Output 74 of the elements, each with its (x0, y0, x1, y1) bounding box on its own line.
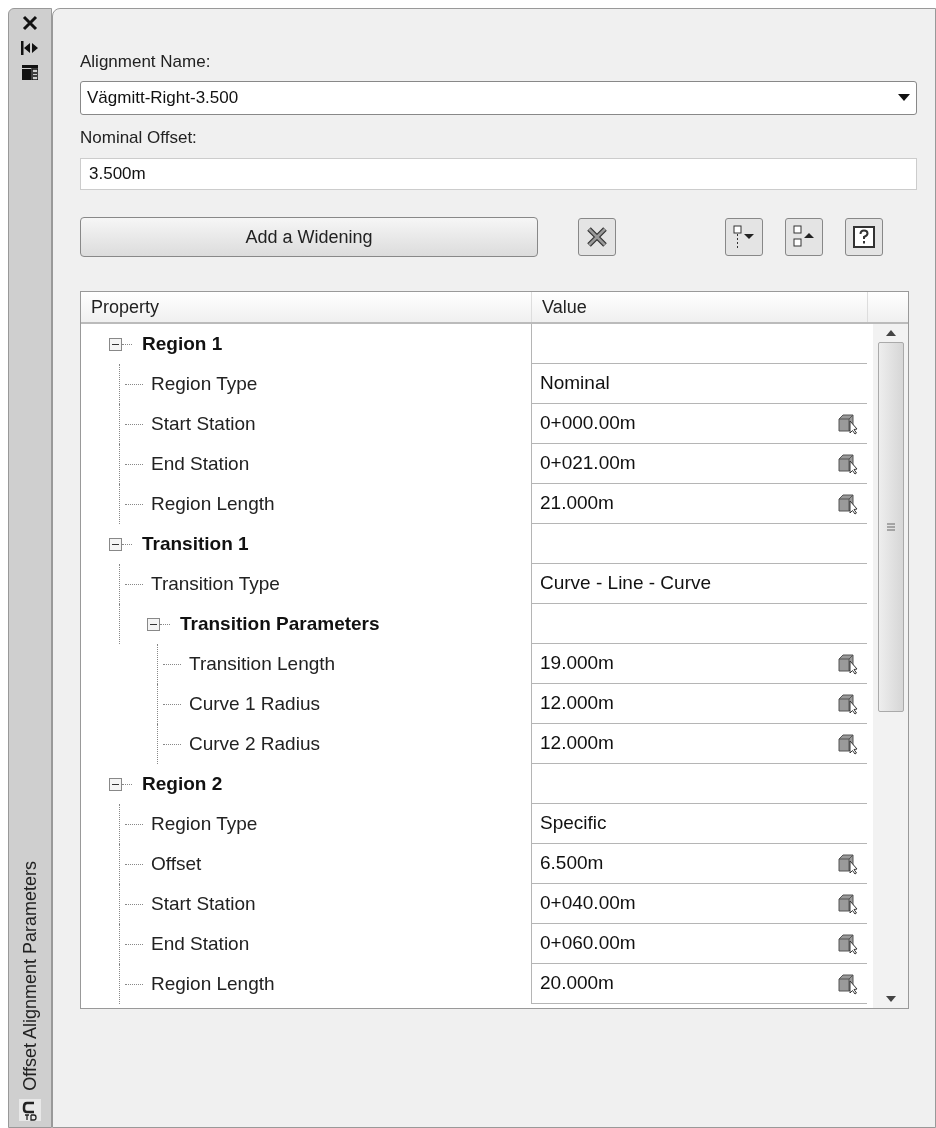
value-cell[interactable] (531, 524, 867, 564)
scroll-up-icon[interactable] (885, 330, 896, 336)
value-cell[interactable] (531, 604, 867, 644)
column-header[interactable]: Property (81, 292, 532, 322)
collapse-all-button[interactable] (785, 218, 823, 256)
property-label: Curve 2 Radius (189, 731, 320, 756)
property-label: Region Length (151, 971, 275, 996)
offset-field[interactable]: 3.500m (80, 158, 917, 190)
group-label: Region 1 (142, 331, 223, 356)
delete-button[interactable] (578, 218, 616, 256)
help-icon (852, 225, 876, 249)
value-cell[interactable] (531, 324, 867, 364)
property-label: Offset (151, 851, 202, 876)
property-label: End Station (151, 451, 250, 476)
cube-cursor-icon[interactable] (837, 412, 859, 435)
grip-icon (886, 523, 895, 531)
value-cell[interactable]: Nominal (531, 364, 867, 404)
value-cell[interactable]: Curve - Line - Curve (531, 564, 867, 604)
collapse-toggle[interactable] (109, 537, 122, 551)
field-label: Nominal Offset: (80, 126, 198, 149)
value-cell[interactable]: 0+060.00m (531, 924, 867, 964)
collapse-toggle[interactable] (147, 617, 160, 631)
group-label: Region 2 (142, 771, 223, 796)
value-cell[interactable]: 12.000m (531, 724, 867, 764)
alignment-dropdown[interactable]: Vägmitt-Right-3.500 (80, 80, 917, 115)
cube-cursor-icon[interactable] (837, 932, 859, 955)
cube-cursor-icon[interactable] (837, 692, 859, 715)
value-cell[interactable]: Specific (531, 804, 867, 844)
property-label: Curve 1 Radius (189, 691, 320, 716)
close-icon[interactable] (22, 15, 38, 31)
help-button[interactable] (845, 218, 883, 256)
property-label: Start Station (151, 891, 256, 916)
property-label: Region Type (151, 811, 258, 836)
value-cell[interactable]: 0+021.00m (531, 444, 867, 484)
cube-cursor-icon[interactable] (837, 972, 859, 995)
value-cell[interactable]: 6.500m (531, 844, 867, 884)
value-cell[interactable]: 0+040.00m (531, 884, 867, 924)
property-label: End Station (151, 931, 250, 956)
cube-cursor-icon[interactable] (837, 492, 859, 515)
properties-icon[interactable] (22, 65, 38, 80)
panel-title: Offset Alignment Parameters (18, 861, 41, 1091)
field-label: Alignment Name: (80, 51, 212, 73)
arrows-icon[interactable] (21, 41, 39, 55)
value-cell[interactable]: 20.000m (531, 964, 867, 1004)
property-label: Transition Type (151, 571, 280, 596)
value-cell[interactable]: 12.000m (531, 684, 867, 724)
dropdown-caret-icon[interactable] (898, 94, 910, 101)
cube-cursor-icon[interactable] (837, 452, 859, 475)
column-header[interactable]: Value (532, 292, 868, 322)
expand-all-button[interactable] (725, 218, 763, 256)
value-cell[interactable]: 21.000m (531, 484, 867, 524)
3d-curve-icon[interactable] (19, 1099, 41, 1121)
property-label: Start Station (151, 411, 256, 436)
cube-cursor-icon[interactable] (837, 732, 859, 755)
value-cell[interactable]: 19.000m (531, 644, 867, 684)
value-cell[interactable] (531, 764, 867, 804)
property-label: Transition Length (189, 651, 336, 676)
scroll-thumb[interactable] (877, 342, 904, 712)
scroll-down-icon[interactable] (885, 996, 896, 1002)
collapse-toggle[interactable] (109, 777, 122, 791)
add-widening-button[interactable]: Add a Widening (80, 217, 538, 257)
cube-cursor-icon[interactable] (837, 852, 859, 875)
cube-cursor-icon[interactable] (837, 652, 859, 675)
expand-tree-icon (731, 224, 757, 250)
property-label: Region Type (151, 371, 258, 396)
group-label: Transition Parameters (180, 611, 380, 636)
cube-cursor-icon[interactable] (837, 892, 859, 915)
property-label: Region Length (151, 491, 275, 516)
scrollbar[interactable] (873, 324, 908, 1008)
group-label: Transition 1 (142, 531, 249, 556)
close-icon (586, 226, 608, 248)
value-cell[interactable]: 0+000.00m (531, 404, 867, 444)
collapse-tree-icon (791, 224, 817, 250)
collapse-toggle[interactable] (109, 337, 122, 351)
